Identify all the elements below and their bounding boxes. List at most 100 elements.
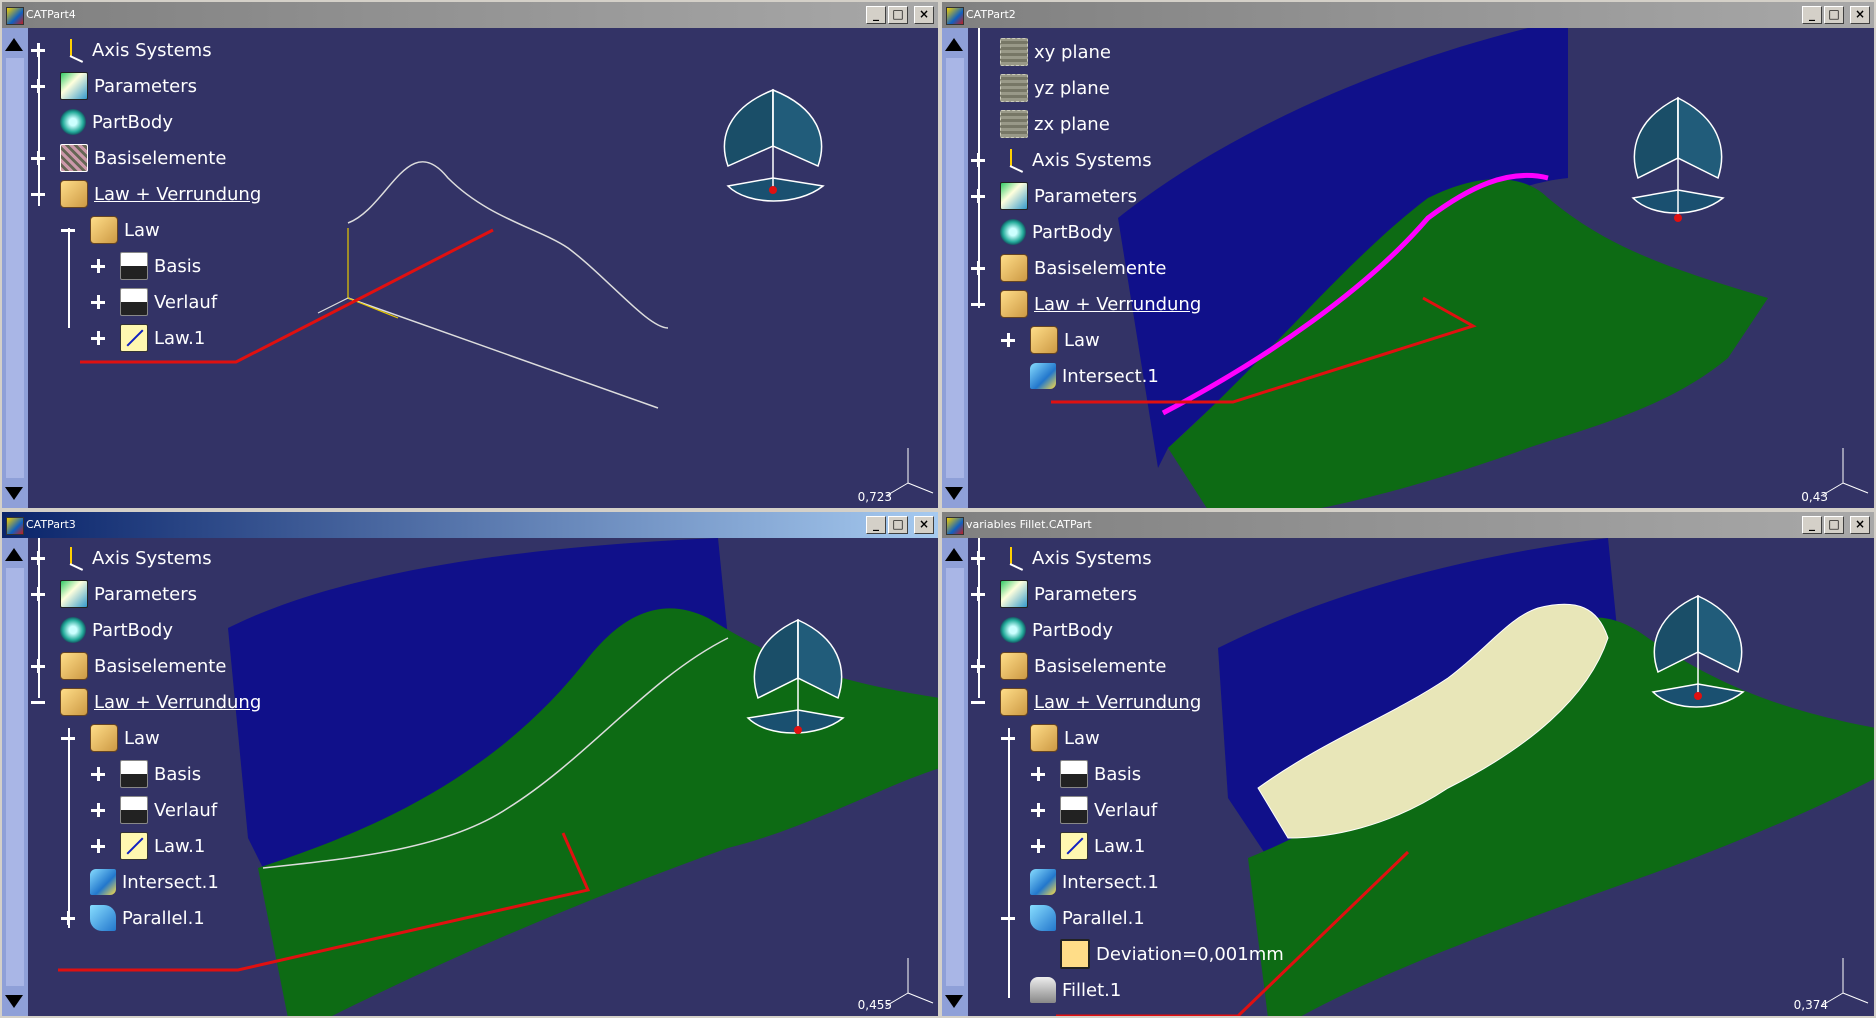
tree-node-partbody[interactable]: PartBody	[30, 616, 173, 644]
expand-plus-icon[interactable]	[30, 78, 46, 94]
collapse-minus-icon[interactable]	[60, 730, 76, 746]
titlebar[interactable]: CATPart2 _ □ ×	[942, 2, 1874, 28]
expand-plus-icon[interactable]	[90, 766, 106, 782]
tree-node-basiselemente[interactable]: Basiselemente	[970, 652, 1166, 680]
vertical-scrollbar[interactable]	[2, 538, 29, 1016]
tree-node-law1[interactable]: Law.1	[90, 324, 205, 352]
collapse-minus-icon[interactable]	[1000, 730, 1016, 746]
tree-node-law-verrundung[interactable]: Law + Verrundung	[30, 688, 261, 716]
tree-node-law-verrundung[interactable]: Law + Verrundung	[30, 180, 261, 208]
tree-node-axis-systems[interactable]: Axis Systems	[30, 36, 212, 64]
tree-node-intersect1[interactable]: Intersect.1	[1000, 362, 1159, 390]
tree-node-verlauf[interactable]: Verlauf	[90, 796, 217, 824]
expand-plus-icon[interactable]	[30, 658, 46, 674]
expand-plus-icon[interactable]	[970, 260, 986, 276]
tree-node-partbody[interactable]: PartBody	[970, 616, 1113, 644]
tree-node-law[interactable]: Law	[1000, 326, 1100, 354]
tree-node-deviation[interactable]: Deviation=0,001mm	[1030, 939, 1284, 969]
collapse-minus-icon[interactable]	[1000, 910, 1016, 926]
vertical-scrollbar[interactable]	[942, 28, 969, 508]
tree-node-zx-plane[interactable]: zx plane	[970, 110, 1110, 138]
collapse-minus-icon[interactable]	[970, 694, 986, 710]
maximize-button[interactable]: □	[888, 516, 908, 534]
tree-node-intersect1[interactable]: Intersect.1	[60, 868, 219, 896]
maximize-button[interactable]: □	[1824, 516, 1844, 534]
expand-plus-icon[interactable]	[1030, 802, 1046, 818]
expand-plus-icon[interactable]	[90, 802, 106, 818]
maximize-button[interactable]: □	[1824, 6, 1844, 24]
tree-node-basis[interactable]: Basis	[1030, 760, 1141, 788]
tree-node-basis[interactable]: Basis	[90, 252, 201, 280]
tree-node-parallel1[interactable]: Parallel.1	[1000, 904, 1145, 932]
expand-plus-icon[interactable]	[30, 550, 46, 566]
tree-node-partbody[interactable]: PartBody	[970, 218, 1113, 246]
tree-node-axis-systems[interactable]: Axis Systems	[970, 146, 1152, 174]
expand-plus-icon[interactable]	[90, 294, 106, 310]
window-catpart3[interactable]: CATPart3 _ □ × Axis Systems Parameters P…	[0, 510, 940, 1018]
tree-node-verlauf[interactable]: Verlauf	[1030, 796, 1157, 824]
window-variables-fillet[interactable]: variables Fillet.CATPart _ □ × Axis Syst…	[940, 510, 1876, 1018]
scroll-track[interactable]	[946, 58, 964, 478]
vertical-scrollbar[interactable]	[2, 28, 29, 508]
minimize-button[interactable]: _	[1802, 516, 1822, 534]
expand-plus-icon[interactable]	[970, 658, 986, 674]
tree-node-law1[interactable]: Law.1	[90, 832, 205, 860]
scroll-down-icon[interactable]	[5, 995, 23, 1008]
scroll-track[interactable]	[6, 568, 24, 986]
minimize-button[interactable]: _	[1802, 6, 1822, 24]
collapse-minus-icon[interactable]	[60, 222, 76, 238]
scroll-down-icon[interactable]	[945, 995, 963, 1008]
expand-plus-icon[interactable]	[970, 586, 986, 602]
tree-node-yz-plane[interactable]: yz plane	[970, 74, 1110, 102]
expand-plus-icon[interactable]	[970, 550, 986, 566]
collapse-minus-icon[interactable]	[30, 186, 46, 202]
expand-plus-icon[interactable]	[30, 586, 46, 602]
collapse-minus-icon[interactable]	[30, 694, 46, 710]
expand-plus-icon[interactable]	[60, 910, 76, 926]
window-catpart4[interactable]: CATPart4 _ □ × Axis Systems Parameters P…	[0, 0, 940, 510]
minimize-button[interactable]: _	[866, 516, 886, 534]
tree-node-law-verrundung[interactable]: Law + Verrundung	[970, 290, 1201, 318]
expand-plus-icon[interactable]	[1000, 332, 1016, 348]
expand-plus-icon[interactable]	[970, 188, 986, 204]
tree-node-parameters[interactable]: Parameters	[970, 580, 1137, 608]
3d-viewport[interactable]: Axis Systems Parameters PartBody Basisel…	[28, 28, 938, 508]
titlebar[interactable]: variables Fillet.CATPart _ □ ×	[942, 512, 1874, 538]
tree-node-parallel1[interactable]: Parallel.1	[60, 904, 205, 932]
tree-node-axis-systems[interactable]: Axis Systems	[970, 544, 1152, 572]
tree-node-law[interactable]: Law	[60, 724, 160, 752]
scroll-up-icon[interactable]	[5, 548, 23, 561]
scroll-up-icon[interactable]	[945, 38, 963, 51]
close-button[interactable]: ×	[1850, 6, 1870, 24]
scroll-up-icon[interactable]	[945, 548, 963, 561]
tree-node-basiselemente[interactable]: Basiselemente	[30, 652, 226, 680]
tree-node-law[interactable]: Law	[60, 216, 160, 244]
close-button[interactable]: ×	[914, 6, 934, 24]
tree-node-law-verrundung[interactable]: Law + Verrundung	[970, 688, 1201, 716]
scroll-track[interactable]	[946, 568, 964, 986]
tree-node-basis[interactable]: Basis	[90, 760, 201, 788]
3d-viewport[interactable]: Axis Systems Parameters PartBody Basisel…	[968, 538, 1874, 1016]
tree-node-partbody[interactable]: PartBody	[30, 108, 173, 136]
expand-plus-icon[interactable]	[90, 330, 106, 346]
tree-node-parameters[interactable]: Parameters	[970, 182, 1137, 210]
expand-plus-icon[interactable]	[30, 150, 46, 166]
minimize-button[interactable]: _	[866, 6, 886, 24]
expand-plus-icon[interactable]	[1030, 838, 1046, 854]
titlebar[interactable]: CATPart4 _ □ ×	[2, 2, 938, 28]
expand-plus-icon[interactable]	[1030, 766, 1046, 782]
tree-node-basiselemente[interactable]: Basiselemente	[970, 254, 1166, 282]
tree-node-parameters[interactable]: Parameters	[30, 580, 197, 608]
collapse-minus-icon[interactable]	[970, 296, 986, 312]
tree-node-parameters[interactable]: Parameters	[30, 72, 197, 100]
maximize-button[interactable]: □	[888, 6, 908, 24]
tree-node-axis-systems[interactable]: Axis Systems	[30, 544, 212, 572]
tree-node-law[interactable]: Law	[1000, 724, 1100, 752]
titlebar[interactable]: CATPart3 _ □ ×	[2, 512, 938, 538]
scroll-down-icon[interactable]	[5, 487, 23, 500]
tree-node-xy-plane[interactable]: xy plane	[970, 38, 1111, 66]
expand-plus-icon[interactable]	[90, 838, 106, 854]
close-button[interactable]: ×	[1850, 516, 1870, 534]
3d-viewport[interactable]: Axis Systems Parameters PartBody Basisel…	[28, 538, 938, 1016]
vertical-scrollbar[interactable]	[942, 538, 969, 1016]
